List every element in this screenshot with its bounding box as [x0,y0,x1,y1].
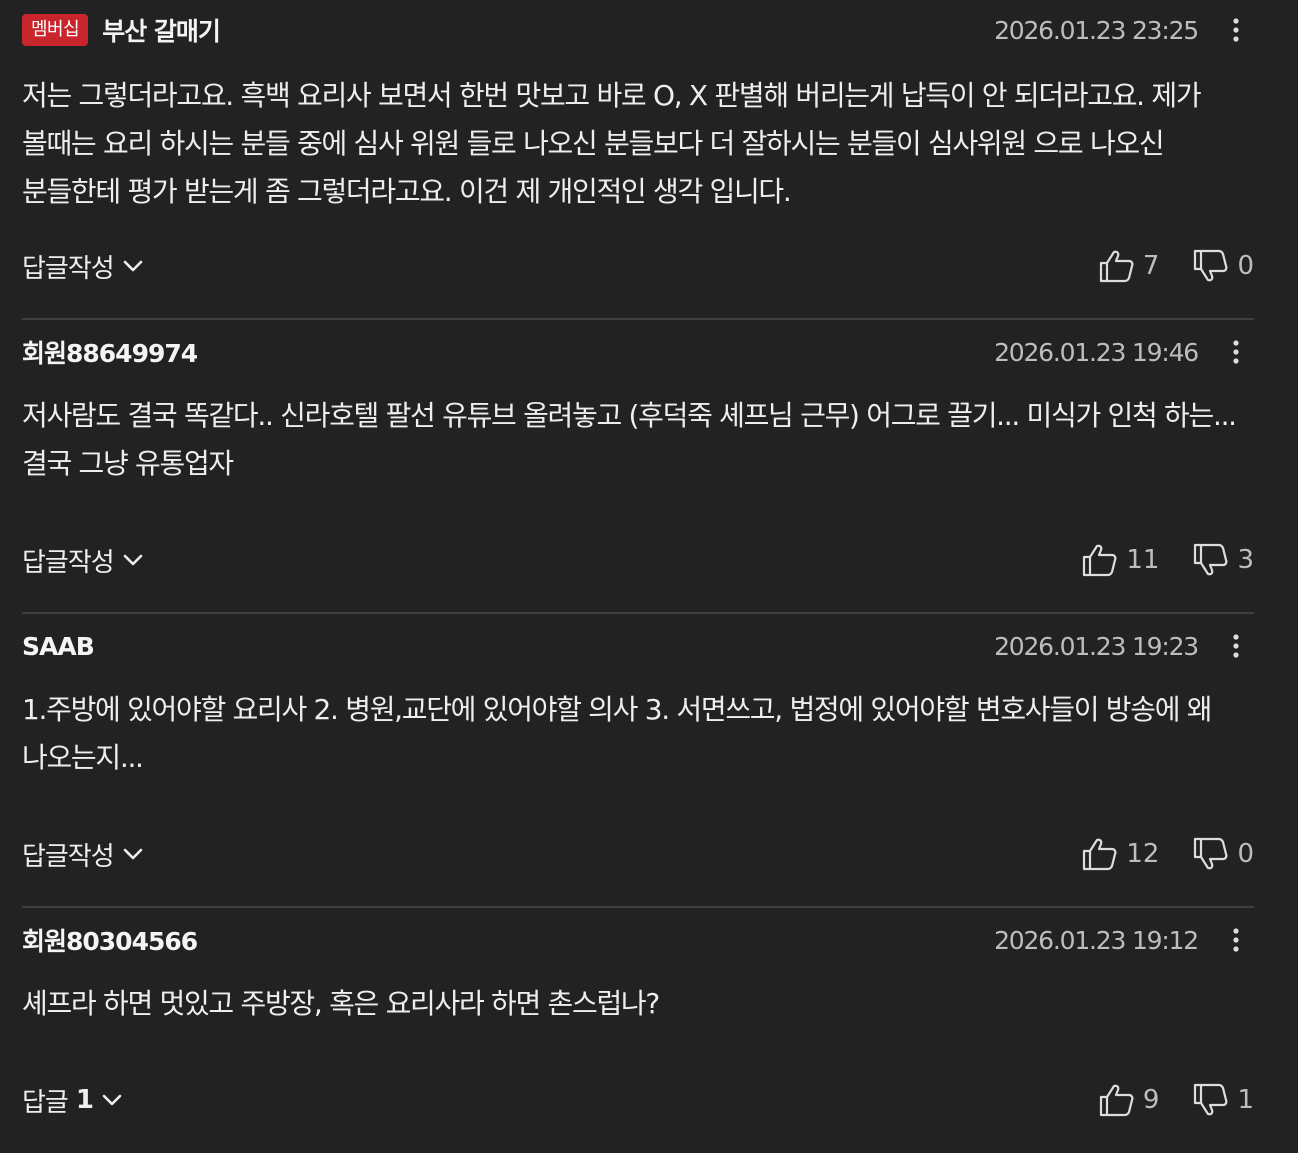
comment-item: 회원88649974 2026.01.23 19:46 저사람도 결국 똑같다.… [22,320,1254,612]
reply-label: 답글작성 [22,547,115,578]
reply-toggle-button[interactable]: 답글 1 [22,1080,123,1120]
comment-header: SAAB 2026.01.23 19:23 [22,628,1254,664]
thumbs-down-icon [1194,837,1228,870]
reply-count: 1 [75,1085,94,1115]
thumbs-up-icon [1099,250,1134,283]
dislike-button[interactable]: 0 [1193,837,1254,871]
chevron-down-icon [101,1089,123,1111]
reply-button[interactable]: 답글작성 [22,246,144,286]
thumbs-down-icon [1194,543,1228,576]
reply-button[interactable]: 답글작성 [22,540,144,580]
more-vertical-icon [1233,340,1239,364]
comment-footer: 답글작성 7 0 [22,246,1254,286]
more-vertical-icon [1233,928,1239,952]
comment-item: 멤버십 부산 갈매기 2026.01.23 23:25 저는 그렇더라고요. 흑… [22,0,1254,318]
thumbs-up-icon [1083,838,1117,871]
dislike-button[interactable]: 3 [1193,543,1254,577]
vote-group: 7 0 [1099,246,1254,286]
comment-date: 2026.01.23 23:25 [994,16,1199,45]
author-name[interactable]: 회원88649974 [22,334,198,370]
comment-footer: 답글작성 12 0 [22,834,1254,874]
reply-label: 답글 [22,1087,69,1118]
chevron-down-icon [122,843,144,865]
comment-text: 저는 그렇더라고요. 흑백 요리사 보면서 한번 맛보고 바로 O, X 판별해… [22,79,1202,208]
membership-badge: 멤버십 [22,14,89,46]
comment-item: 회원80304566 2026.01.23 19:12 셰프라 하면 멋있고 주… [22,908,1254,1153]
author-name[interactable]: 부산 갈매기 [102,12,221,48]
thumbs-up-icon [1099,1084,1134,1117]
comment-header: 회원80304566 2026.01.23 19:12 [22,922,1254,958]
comment-text: 셰프라 하면 멋있고 주방장, 혹은 요리사라 하면 촌스럽나? [22,987,660,1020]
comment-text: 1.주방에 있어야할 요리사 2. 병원,교단에 있어야할 의사 3. 서면쓰고… [22,693,1213,774]
author-name[interactable]: 회원80304566 [22,922,198,958]
more-options-button[interactable] [1226,334,1246,370]
thumbs-down-icon [1194,249,1228,282]
like-button[interactable]: 9 [1099,1083,1160,1117]
reply-button[interactable]: 답글작성 [22,834,144,874]
dislike-count: 0 [1237,251,1254,281]
comment-text: 저사람도 결국 똑같다.. 신라호텔 팔선 유튜브 올려놓고 (후덕죽 셰프님 … [22,399,1237,480]
author-name[interactable]: SAAB [22,632,95,661]
dislike-count: 0 [1237,839,1254,869]
thumbs-up-icon [1083,544,1117,577]
reply-label: 답글작성 [22,253,115,284]
comment-date: 2026.01.23 19:12 [994,926,1199,955]
author-info: 회원88649974 [22,334,198,370]
more-options-button[interactable] [1226,628,1246,664]
author-info: 멤버십 부산 갈매기 [22,12,221,48]
vote-group: 12 0 [1082,834,1254,874]
comment-date: 2026.01.23 19:46 [994,338,1199,367]
like-count: 7 [1142,251,1160,281]
more-options-button[interactable] [1226,12,1246,48]
like-button[interactable]: 11 [1082,543,1159,577]
thumbs-down-icon [1194,1083,1228,1116]
chevron-down-icon [122,549,144,571]
comment-header: 회원88649974 2026.01.23 19:46 [22,334,1254,370]
more-options-button[interactable] [1226,922,1246,958]
author-info: 회원80304566 [22,922,198,958]
reply-label: 답글작성 [22,841,115,872]
like-count: 9 [1142,1085,1160,1115]
comment-footer: 답글 1 9 1 [22,1080,1254,1120]
comment-footer: 답글작성 11 3 [22,540,1254,580]
vote-group: 9 1 [1099,1080,1254,1120]
comment-item: SAAB 2026.01.23 19:23 1.주방에 있어야할 요리사 2. … [22,614,1254,906]
dislike-button[interactable]: 0 [1193,249,1254,283]
like-button[interactable]: 7 [1099,249,1160,283]
like-count: 12 [1126,839,1160,869]
comment-header: 멤버십 부산 갈매기 2026.01.23 23:25 [22,12,1254,48]
author-info: SAAB [22,628,95,664]
dislike-button[interactable]: 1 [1193,1083,1254,1117]
chevron-down-icon [122,255,144,277]
dislike-count: 1 [1237,1085,1254,1115]
comment-list: 멤버십 부산 갈매기 2026.01.23 23:25 저는 그렇더라고요. 흑… [0,0,1298,1153]
comment-date: 2026.01.23 19:23 [994,632,1199,661]
vote-group: 11 3 [1082,540,1254,580]
like-button[interactable]: 12 [1082,837,1159,871]
more-vertical-icon [1233,634,1239,658]
more-vertical-icon [1233,18,1239,42]
dislike-count: 3 [1237,545,1254,575]
like-count: 11 [1126,545,1160,575]
